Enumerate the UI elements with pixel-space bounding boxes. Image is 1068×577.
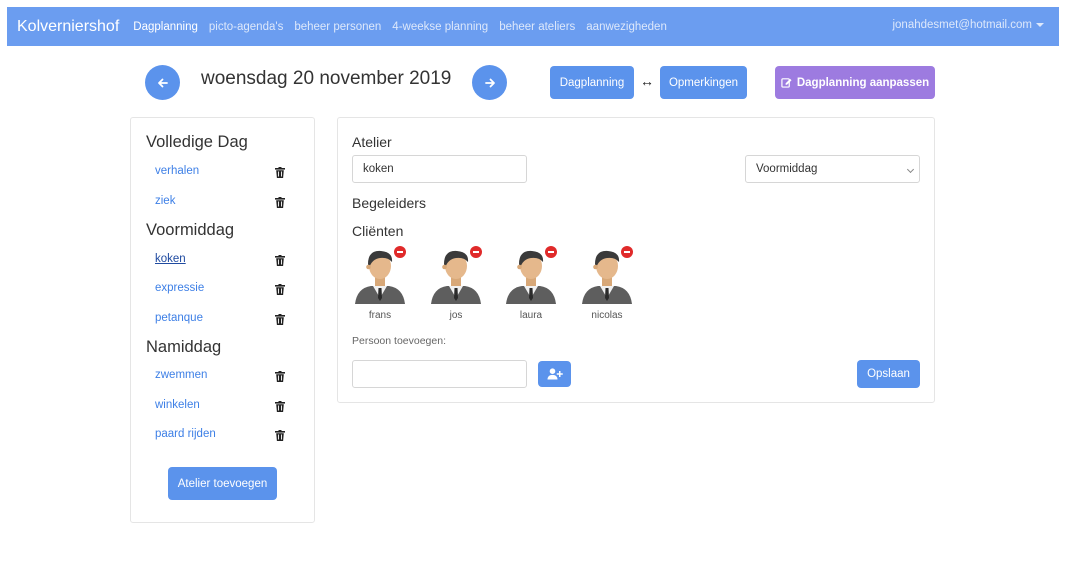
atelier-link-ziek[interactable]: ziek	[155, 195, 175, 207]
remove-client-icon[interactable]	[621, 246, 633, 258]
atelier-link-expressie[interactable]: expressie	[155, 282, 204, 294]
chevron-down-icon	[906, 165, 915, 174]
add-person-label: Persoon toevoegen:	[352, 335, 446, 347]
client-name: nicolas	[591, 310, 623, 321]
daypart-select[interactable]: Voormiddag	[745, 155, 920, 183]
trash-icon[interactable]	[275, 430, 285, 441]
user-plus-icon	[547, 368, 563, 380]
previous-day-button[interactable]	[145, 65, 180, 100]
atelier-link-verhalen[interactable]: verhalen	[155, 165, 199, 177]
remove-client-icon[interactable]	[470, 246, 482, 258]
page-title-date: woensdag 20 november 2019	[201, 68, 452, 89]
client-name: frans	[368, 310, 392, 321]
nav-beheer-personen[interactable]: beheer personen	[294, 21, 381, 33]
arrow-left-icon	[157, 78, 168, 87]
section-volledige-dag: Volledige Dag	[146, 133, 248, 151]
atelier-name-input[interactable]: koken	[352, 155, 527, 183]
atelier-label: Atelier	[352, 134, 392, 150]
client-name: laura	[519, 310, 543, 321]
atelier-link-paard-rijden[interactable]: paard rijden	[155, 428, 216, 440]
edit-icon	[781, 78, 792, 88]
remove-client-icon[interactable]	[394, 246, 406, 258]
section-voormiddag: Voormiddag	[146, 221, 235, 239]
section-namiddag: Namiddag	[146, 338, 222, 356]
atelier-name-value: koken	[363, 163, 394, 175]
nav-picto-agendas[interactable]: picto-agenda's	[209, 21, 283, 33]
arrow-right-icon	[484, 78, 495, 87]
atelier-link-petanque[interactable]: petanque	[155, 312, 203, 324]
trash-icon[interactable]	[275, 401, 285, 412]
edit-dagplanning-button[interactable]: Dagplanning aanpassen	[775, 66, 935, 99]
trash-icon[interactable]	[275, 197, 285, 208]
daypart-selected-value: Voormiddag	[756, 163, 818, 175]
save-button[interactable]: Opslaan	[857, 360, 920, 388]
remove-client-icon[interactable]	[545, 246, 557, 258]
begeleiders-label: Begeleiders	[352, 195, 426, 211]
nav-beheer-ateliers[interactable]: beheer ateliers	[499, 21, 575, 33]
swap-arrow-icon: ↔	[640, 73, 654, 89]
trash-icon[interactable]	[275, 255, 285, 266]
trash-icon[interactable]	[275, 371, 285, 382]
add-person-button[interactable]	[538, 361, 571, 387]
user-email: jonahdesmet@hotmail.com	[892, 19, 1032, 31]
atelier-link-zwemmen[interactable]: zwemmen	[155, 369, 207, 381]
add-atelier-button[interactable]: Atelier toevoegen	[168, 467, 277, 500]
chevron-down-icon	[1036, 23, 1044, 27]
add-person-input[interactable]	[352, 360, 527, 388]
nav-4-weekse-planning[interactable]: 4-weekse planning	[392, 21, 488, 33]
brand-logo[interactable]: Kolverniershof	[17, 18, 119, 36]
top-navbar: Kolverniershof Dagplanning picto-agenda'…	[7, 7, 1059, 46]
nav-aanwezigheden[interactable]: aanwezigheden	[586, 21, 667, 33]
client-name: jos	[449, 310, 463, 321]
trash-icon[interactable]	[275, 167, 285, 178]
nav-dagplanning[interactable]: Dagplanning	[133, 21, 198, 33]
atelier-link-winkelen[interactable]: winkelen	[155, 399, 200, 411]
opmerkingen-button[interactable]: Opmerkingen	[660, 66, 747, 99]
user-menu[interactable]: jonahdesmet@hotmail.com	[892, 19, 1044, 31]
dagplanning-button[interactable]: Dagplanning	[550, 66, 634, 99]
next-day-button[interactable]	[472, 65, 507, 100]
edit-dagplanning-label: Dagplanning aanpassen	[796, 76, 930, 89]
atelier-link-koken[interactable]: koken	[155, 253, 186, 265]
clienten-label: Cliënten	[352, 223, 404, 239]
trash-icon[interactable]	[275, 314, 285, 325]
trash-icon[interactable]	[275, 284, 285, 295]
